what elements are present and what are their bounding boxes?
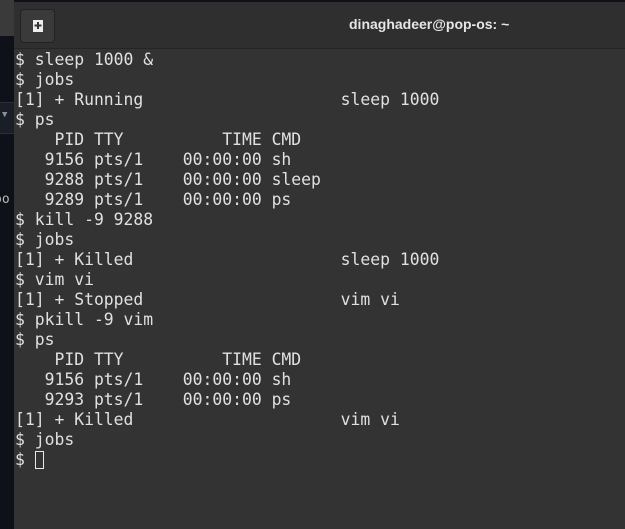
terminal-line: $ ps bbox=[15, 110, 55, 129]
terminal-line: 9293 pts/1 00:00:00 ps bbox=[15, 390, 292, 409]
background-dropdown-icon: ▼ bbox=[2, 110, 8, 120]
terminal-line: $ jobs bbox=[15, 70, 75, 89]
new-tab-icon bbox=[32, 20, 43, 32]
terminal-line: $ jobs bbox=[15, 430, 75, 449]
terminal-line: [1] + Running sleep 1000 bbox=[15, 90, 440, 109]
terminal-line: $ kill -9 9288 bbox=[15, 210, 154, 229]
terminal-line: $ sleep 1000 & bbox=[15, 50, 154, 69]
terminal-output[interactable]: $ sleep 1000 & $ jobs [1] + Running sleep … bbox=[15, 50, 439, 470]
background-text: oo bbox=[0, 192, 10, 207]
terminal-line: [1] + Killed sleep 1000 bbox=[15, 250, 440, 269]
terminal-line: 9289 pts/1 00:00:00 ps bbox=[15, 190, 292, 209]
terminal-window[interactable]: dinaghadeer@pop-os: ~ $ sleep 1000 & $ jo… bbox=[14, 2, 625, 529]
terminal-line: $ pkill -9 vim bbox=[15, 310, 154, 329]
terminal-line: 9288 pts/1 00:00:00 sleep bbox=[15, 170, 321, 189]
new-tab-button[interactable] bbox=[20, 9, 55, 43]
cursor bbox=[34, 451, 44, 469]
terminal-line: [1] + Killed vim vi bbox=[15, 410, 400, 429]
terminal-line: 9156 pts/1 00:00:00 sh bbox=[15, 150, 292, 169]
terminal-line: $ vim vi bbox=[15, 270, 94, 289]
terminal-line: PID TTY TIME CMD bbox=[15, 130, 302, 149]
prompt-line[interactable]: $ bbox=[15, 450, 439, 470]
terminal-line: PID TTY TIME CMD bbox=[15, 350, 302, 369]
prompt: $ bbox=[15, 450, 35, 469]
terminal-line: $ ps bbox=[15, 330, 55, 349]
terminal-line: $ jobs bbox=[15, 230, 75, 249]
window-title: dinaghadeer@pop-os: ~ bbox=[349, 16, 510, 32]
background-window-edge bbox=[0, 0, 14, 36]
terminal-line: 9156 pts/1 00:00:00 sh bbox=[15, 370, 292, 389]
title-bar[interactable]: dinaghadeer@pop-os: ~ bbox=[14, 2, 625, 49]
terminal-line: [1] + Stopped vim vi bbox=[15, 290, 400, 309]
